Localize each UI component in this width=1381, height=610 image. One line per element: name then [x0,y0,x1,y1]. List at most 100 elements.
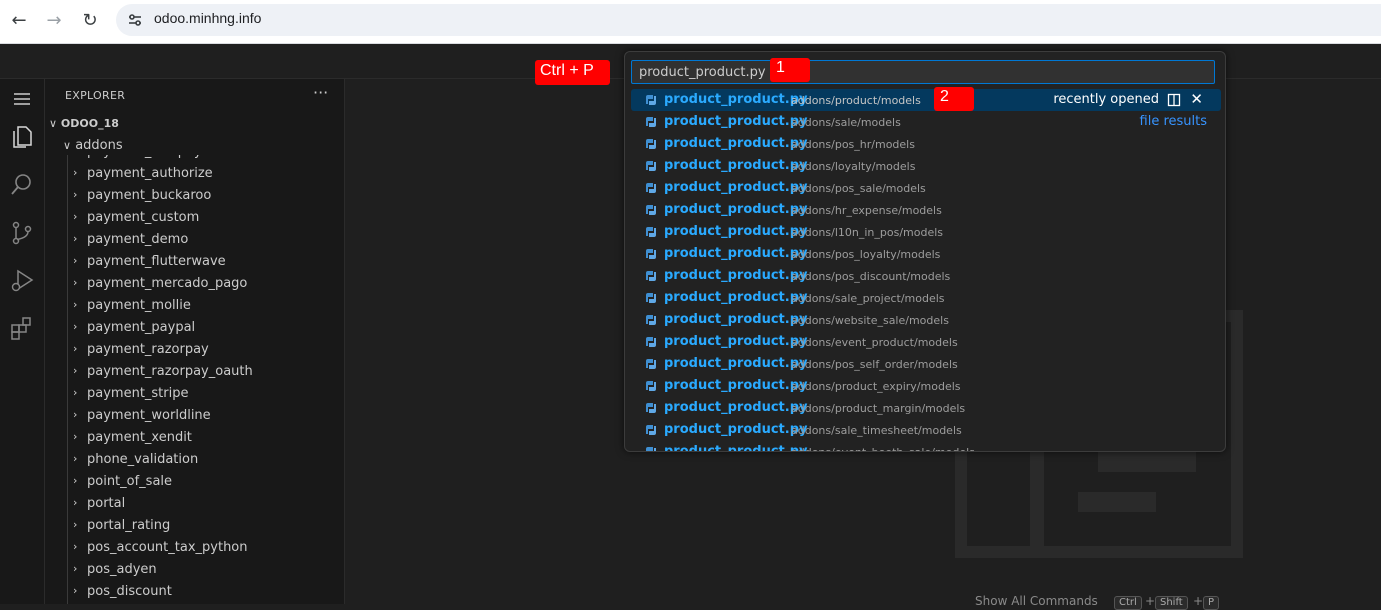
shortcut-annotation: Ctrl + P [535,60,610,85]
tree-item[interactable]: › payment_demo [45,230,345,252]
quick-open-input[interactable] [631,60,1215,84]
result-filename: product_product.py [664,158,808,173]
quick-open-result[interactable]: product_product.py addons/product/models r… [631,89,1221,111]
result-filename: product_product.py [664,180,808,195]
quick-open-result[interactable]: product_product.py addons/sale_project/mo… [631,287,1221,309]
result-filename: product_product.py [664,92,808,107]
result-path: addons/website_sale/models [791,314,949,327]
explorer-title: EXPLORER [65,89,126,102]
tree-item[interactable]: › payment_xendit [45,428,345,450]
remove-from-history-icon[interactable]: ✕ [1190,90,1203,108]
result-path: addons/sale_timesheet/models [791,424,962,437]
tree-item[interactable]: › payment_razorpay_oauth [45,362,345,384]
quick-open-result[interactable]: product_product.py addons/pos_loyalty/mod… [631,243,1221,265]
quick-open-result[interactable]: product_product.py addons/sale/models file… [631,111,1221,133]
chevron-right-icon: › [73,320,78,333]
python-file-icon [646,403,656,413]
python-file-icon [646,183,656,193]
quick-open-result[interactable]: product_product.pyaddons/event_booth_sal… [631,441,1221,451]
workspace-folder[interactable]: ∨ ODOO_18 [49,117,119,130]
tree-item[interactable]: › pos_discount [45,582,345,604]
python-file-icon [646,271,656,281]
source-control-icon[interactable] [8,219,36,247]
tree-item-label: payment_mercado_pago [87,276,248,291]
run-debug-icon[interactable] [8,267,36,295]
quick-open-result[interactable]: product_product.py addons/pos_sale/models [631,177,1221,199]
watermark-block [1078,492,1156,512]
python-file-icon [646,315,656,325]
menu-icon[interactable] [8,85,36,113]
quick-open-result[interactable]: product_product.py addons/pos_hr/models [631,133,1221,155]
chevron-right-icon: › [73,210,78,223]
back-arrow-icon[interactable]: ← [6,8,32,34]
tree-item-label: payment_paypal [87,320,196,335]
tree-item[interactable]: › payment_mollie [45,296,345,318]
result-path: addons/event_product/models [791,336,958,349]
result-path: addons/pos_sale/models [791,182,926,195]
quick-open-result[interactable]: product_product.py addons/sale_timesheet/… [631,419,1221,441]
chevron-right-icon: › [73,166,78,179]
tree-item[interactable]: › payment_authorize [45,164,345,186]
site-settings-icon[interactable] [126,11,144,29]
files-icon[interactable] [8,123,36,151]
quick-open-result[interactable]: product_product.py addons/hr_expense/mode… [631,199,1221,221]
quick-open-result[interactable]: product_product.py addons/pos_self_order/… [631,353,1221,375]
tree-item-label: point_of_sale [87,474,173,489]
tree-item[interactable]: › payment_custom [45,208,345,230]
result-path: addons/l10n_in_pos/models [791,226,944,239]
tree-item-label: pos_adyen [87,562,157,577]
tree-item[interactable]: › payment_stripe [45,384,345,406]
chevron-right-icon: › [73,155,77,157]
tree-item[interactable]: › payment_razorpay [45,340,345,362]
extensions-icon[interactable] [8,315,36,343]
forward-arrow-icon[interactable]: → [41,8,67,34]
quick-open-result[interactable]: product_product.py addons/loyalty/models [631,155,1221,177]
tree-item[interactable]: › payment_worldline [45,406,345,428]
kbd-key: Shift [1155,596,1188,610]
tree-item[interactable]: › portal [45,494,345,516]
quick-open-result[interactable]: product_product.py addons/product_margin/… [631,397,1221,419]
python-file-icon [646,381,656,391]
file-tree: › payment_asiapay › payment_authorize › payme… [45,155,345,604]
tree-item[interactable]: › point_of_sale [45,472,345,494]
quick-open-result[interactable]: product_product.py addons/l10n_in_pos/mod… [631,221,1221,243]
tree-item[interactable]: › pos_adyen [45,560,345,582]
python-file-icon [646,337,656,347]
quick-open-result[interactable]: product_product.py addons/product_expiry/… [631,375,1221,397]
quick-open-result[interactable]: product_product.py addons/website_sale/mo… [631,309,1221,331]
kbd-key: P [1203,596,1220,610]
address-bar[interactable]: odoo.minhng.info [116,4,1381,36]
step-2-annotation: 2 [934,87,974,111]
search-icon[interactable] [8,171,36,199]
tree-item[interactable]: › payment_paypal [45,318,345,340]
chevron-right-icon: › [73,276,78,289]
file-results-label: file results [1139,114,1207,129]
reload-icon[interactable]: ↻ [77,8,103,34]
result-path: addons/sale_project/models [791,292,945,305]
quick-open-result[interactable]: product_product.py addons/event_product/m… [631,331,1221,353]
quick-open-result[interactable]: product_product.py addons/pos_discount/mo… [631,265,1221,287]
kbd-key: Ctrl [1114,596,1142,610]
url-text[interactable]: odoo.minhng.info [154,10,261,26]
python-file-icon [646,205,656,215]
tree-item[interactable]: › phone_validation [45,450,345,472]
tree-item[interactable]: › payment_buckaroo [45,186,345,208]
chevron-right-icon: › [73,364,78,377]
tree-item[interactable]: › portal_rating [45,516,345,538]
python-file-icon [646,425,656,435]
tree-item[interactable]: › payment_mercado_pago [45,274,345,296]
tree-item[interactable]: › pos_account_tax_python [45,538,345,560]
result-filename: product_product.py [664,312,808,327]
addons-folder[interactable]: ∨ addons [63,138,123,153]
tree-item-label: payment_mollie [87,298,191,313]
tree-item-label: payment_razorpay_oauth [87,364,253,379]
open-to-side-icon[interactable] [1167,93,1181,107]
tree-item[interactable]: › payment_flutterwave [45,252,345,274]
step-1-annotation: 1 [770,58,810,82]
tree-item[interactable]: › payment_asiapay [45,155,345,164]
result-path: addons/hr_expense/models [791,204,942,217]
result-path: addons/event_booth_sale/models [791,446,975,451]
chevron-right-icon: › [73,540,78,553]
more-actions-icon[interactable]: ··· [313,83,328,102]
activity-bar [0,79,45,604]
